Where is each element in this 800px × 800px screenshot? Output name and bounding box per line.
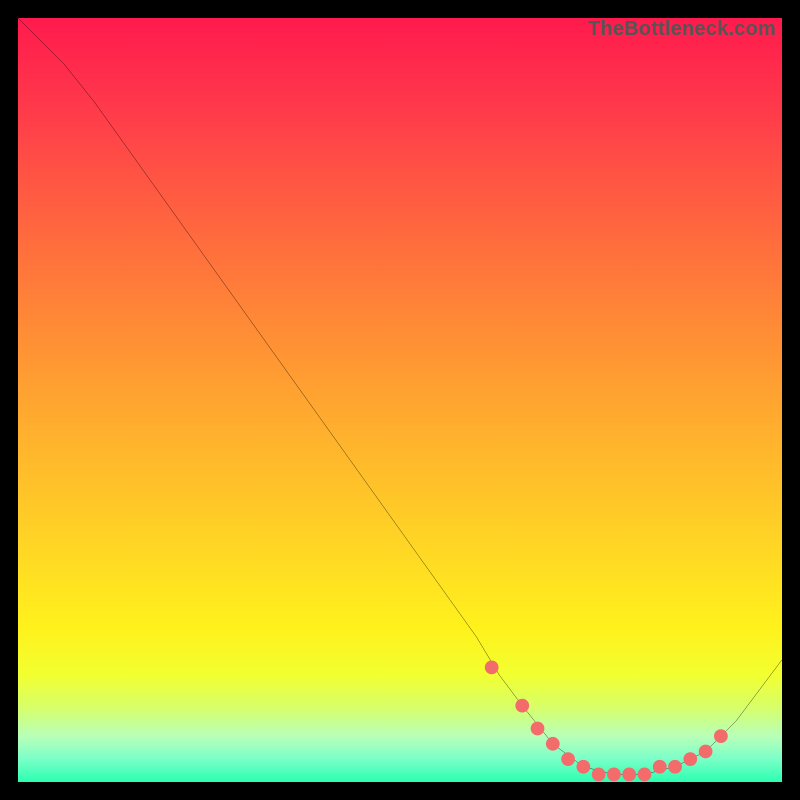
- marker-dot: [714, 729, 728, 743]
- plot-area: TheBottleneck.com: [18, 18, 782, 782]
- chart-frame: TheBottleneck.com: [0, 0, 800, 800]
- marker-dot: [531, 722, 545, 736]
- marker-dot: [546, 737, 560, 751]
- marker-dot: [485, 661, 499, 675]
- marker-dot: [576, 760, 590, 774]
- marker-dot: [622, 767, 636, 781]
- marker-dot: [699, 745, 713, 759]
- marker-dot: [607, 767, 621, 781]
- marker-dot: [515, 699, 529, 713]
- chart-svg: [18, 18, 782, 782]
- marker-dot: [561, 752, 575, 766]
- curve-line: [18, 18, 782, 774]
- marker-dot: [668, 760, 682, 774]
- marker-dot: [653, 760, 667, 774]
- marker-dot: [592, 767, 606, 781]
- marker-dot: [638, 767, 652, 781]
- bottleneck-curve: [18, 18, 782, 774]
- curve-markers: [485, 661, 728, 782]
- marker-dot: [683, 752, 697, 766]
